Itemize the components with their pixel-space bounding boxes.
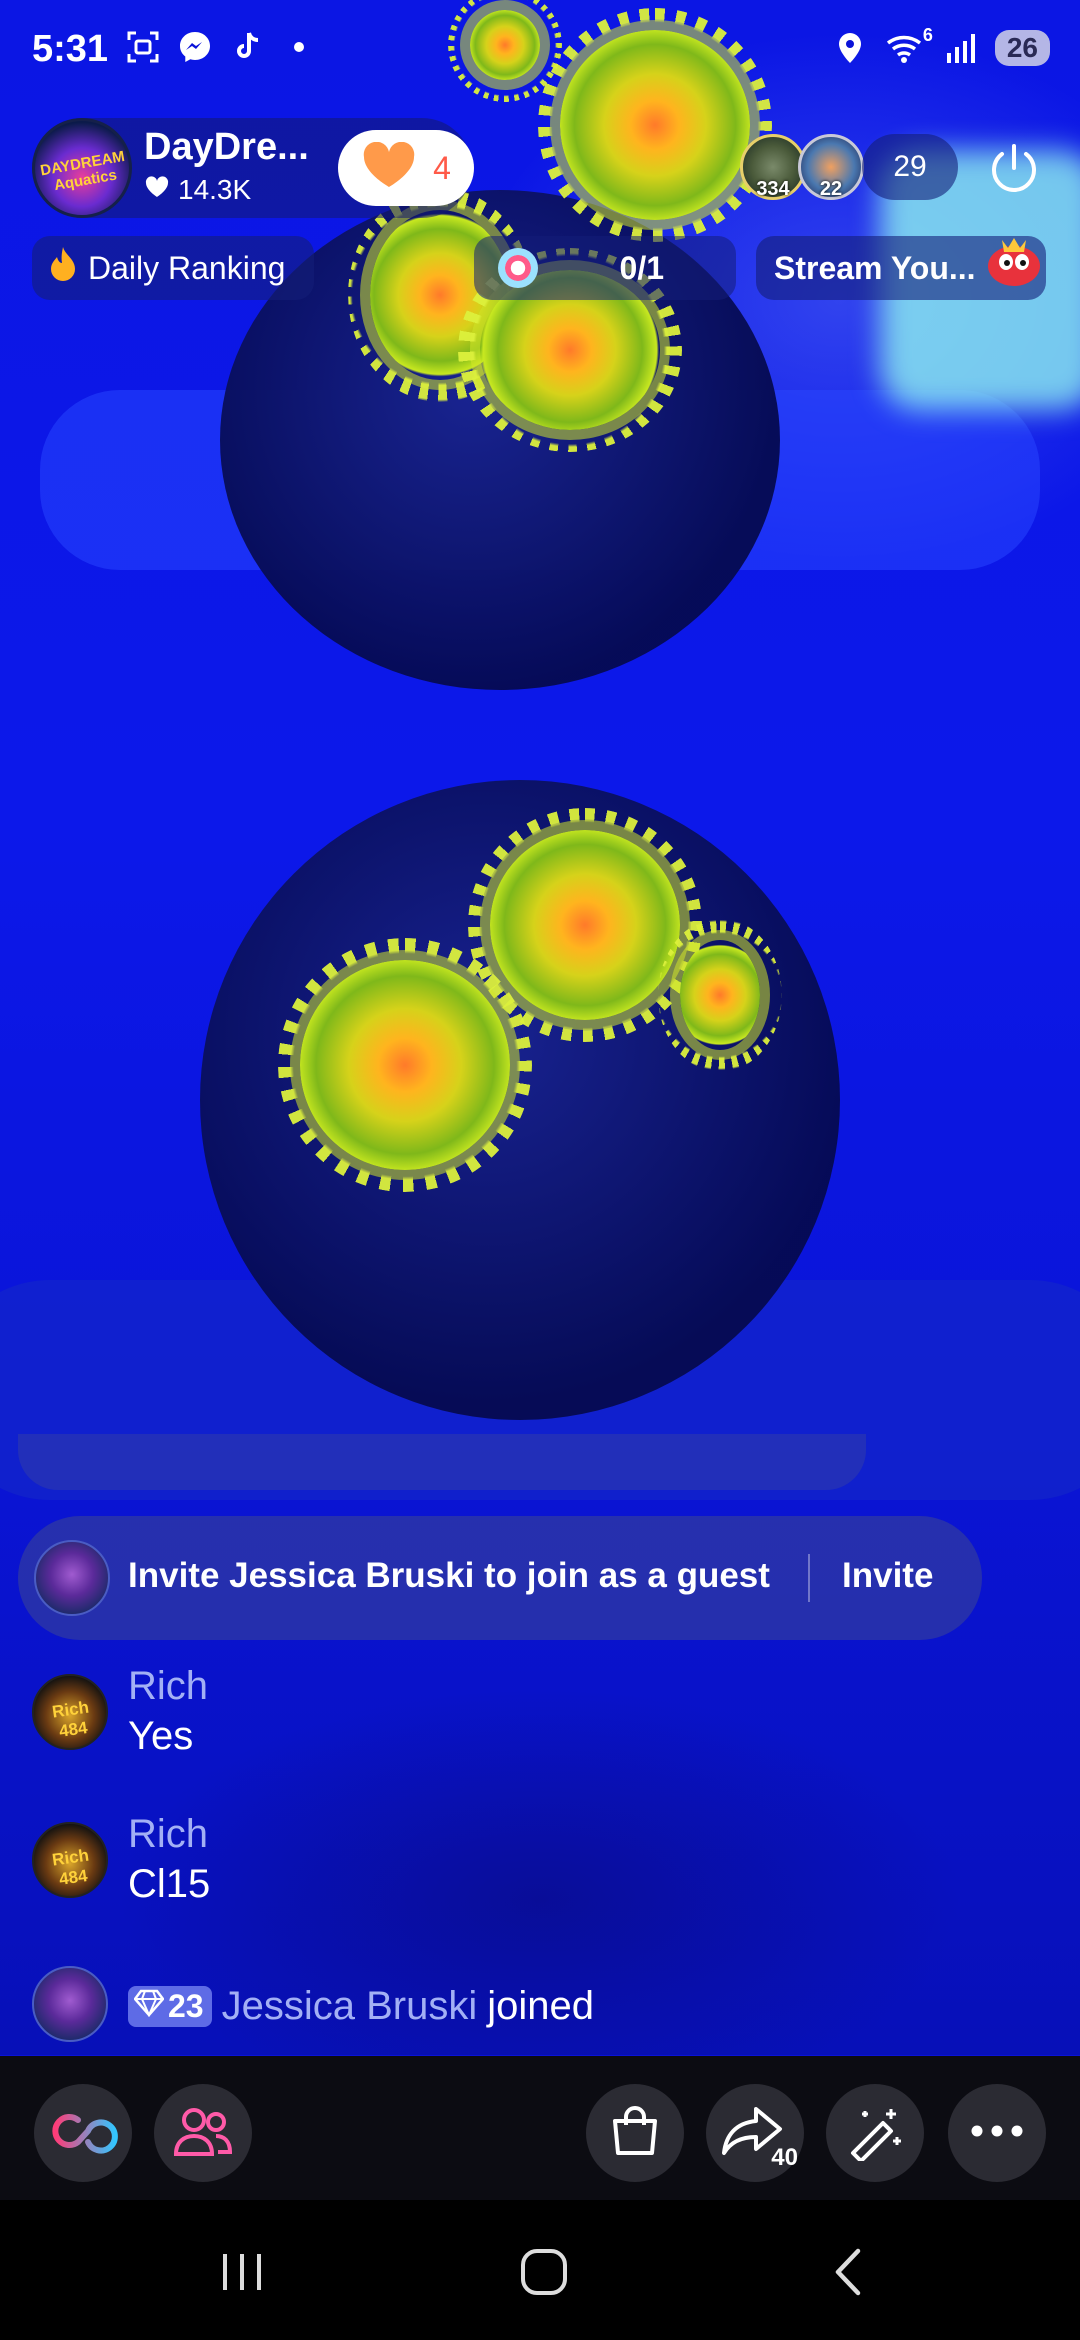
join-notice: 23 Jessica Bruski joined <box>128 1984 594 2029</box>
messenger-icon <box>178 30 212 64</box>
location-icon <box>833 31 867 65</box>
gift-icon <box>498 248 538 288</box>
effects-button[interactable] <box>826 2084 924 2182</box>
link-icon <box>48 2106 118 2161</box>
share-button[interactable]: 40 <box>706 2084 804 2182</box>
chat-username[interactable]: Rich <box>128 1812 208 1857</box>
guest-avatar[interactable] <box>34 1540 110 1616</box>
zoanthid-polyp <box>300 960 510 1170</box>
ranking-label: Daily Ranking <box>88 249 286 286</box>
invite-button[interactable]: Invite <box>842 1556 933 1596</box>
divider <box>808 1554 810 1602</box>
action-bar: 40 <box>0 2056 1080 2200</box>
gift-goal[interactable]: 0/1 <box>474 236 736 300</box>
invite-guest-banner: Invite Jessica Bruski to join as a guest… <box>18 1516 982 1640</box>
top-viewer-avatar[interactable]: 22 <box>798 134 864 200</box>
likes-count: 14.3K <box>178 174 252 205</box>
invite-message: Invite Jessica Bruski to join as a guest <box>128 1556 770 1595</box>
power-icon[interactable] <box>984 138 1044 198</box>
chat-text: Yes <box>128 1714 194 1758</box>
mascot-icon <box>982 230 1046 294</box>
screenshot-icon <box>126 30 160 64</box>
host-name[interactable]: DayDre... <box>144 126 309 169</box>
avatar-logo: Rich 484 <box>50 1697 91 1741</box>
level-badge: 23 <box>128 1986 212 2027</box>
wifi-band-label: 6 <box>922 25 933 45</box>
heart-icon <box>144 174 170 206</box>
home-button[interactable] <box>514 2244 574 2300</box>
level-number: 23 <box>168 1988 204 2024</box>
chat-message: Rich 484 Rich Yes <box>32 1664 1032 1764</box>
host-likes: 14.3K <box>144 174 251 206</box>
host-avatar[interactable]: DAYDREAM Aquatics <box>32 118 132 218</box>
diamond-icon <box>133 1988 165 2025</box>
share-count: 40 <box>771 2143 798 2171</box>
system-navigation-bar <box>0 2200 1080 2340</box>
avatar-logo: Rich 484 <box>50 1845 91 1889</box>
zoanthid-polyp <box>490 830 680 1020</box>
zoanthid-polyp <box>680 940 760 1050</box>
stream-promo-button[interactable]: Stream You... <box>756 236 1046 300</box>
user-avatar[interactable]: Rich 484 <box>32 1674 108 1750</box>
clock: 5:31 <box>32 28 109 70</box>
wifi-icon: 6 <box>883 25 933 65</box>
guests-icon <box>172 2104 234 2163</box>
chat-message-partial <box>18 1434 866 1490</box>
more-icon <box>969 2124 1025 2143</box>
share-icon: 40 <box>720 2103 798 2171</box>
join-action: joined <box>487 1984 594 2028</box>
signal-icon <box>945 31 979 65</box>
user-avatar[interactable]: Rich 484 <box>32 1822 108 1898</box>
chat-username[interactable]: Jessica Bruski <box>222 1984 478 2029</box>
guests-button[interactable] <box>154 2084 252 2182</box>
host-logo: DAYDREAM Aquatics <box>39 147 126 195</box>
viewer-score: 334 <box>756 178 790 200</box>
goal-progress: 0/1 <box>619 250 664 286</box>
top-viewer-avatar[interactable]: 334 <box>740 134 806 200</box>
dot-icon <box>282 30 316 64</box>
chat-text: Cl15 <box>128 1862 211 1906</box>
system-icons: 6 26 <box>833 25 1050 66</box>
shop-button[interactable] <box>586 2084 684 2182</box>
battery-icon: 26 <box>994 30 1050 66</box>
link-button[interactable] <box>34 2084 132 2182</box>
chat-username[interactable]: Rich <box>128 1664 208 1709</box>
follow-count: 4 <box>433 149 451 186</box>
status-bar: 5:31 6 26 <box>0 0 1080 100</box>
viewer-score: 22 <box>819 178 843 200</box>
viewer-count[interactable]: 29 <box>862 134 958 200</box>
magic-wand-icon <box>845 2101 905 2166</box>
more-button[interactable] <box>948 2084 1046 2182</box>
stream-label: Stream You... <box>774 249 976 286</box>
back-button[interactable] <box>818 2244 878 2300</box>
heart-icon <box>361 141 417 195</box>
chat-message: Rich 484 Rich Cl15 <box>32 1812 1032 1912</box>
recent-apps-button[interactable] <box>212 2244 272 2300</box>
shop-icon <box>607 2103 663 2164</box>
follow-button[interactable]: 4 <box>338 130 474 206</box>
daily-ranking-button[interactable]: Daily Ranking <box>32 236 314 300</box>
flame-icon <box>46 245 80 291</box>
notification-icons <box>126 30 316 64</box>
tiktok-icon <box>230 30 264 64</box>
user-avatar[interactable] <box>32 1966 108 2042</box>
